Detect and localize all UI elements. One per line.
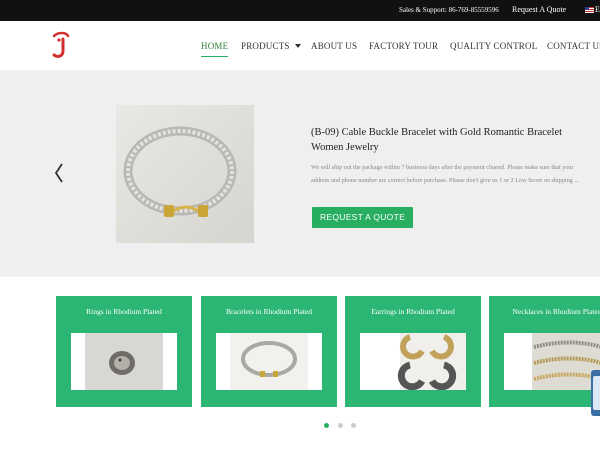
carousel-dot-3[interactable] — [351, 423, 356, 428]
category-card-rings[interactable]: Rings in Rhodium Plated — [56, 296, 192, 407]
language-selector[interactable]: E — [595, 5, 600, 14]
nav-factory-tour[interactable]: FACTORY TOUR — [369, 41, 438, 51]
nav-products-label: PRODUCTS — [241, 41, 290, 51]
floating-chat-widget[interactable] — [591, 370, 600, 416]
carousel-dot-1[interactable] — [324, 423, 329, 428]
nav-home[interactable]: HOME — [201, 41, 229, 57]
category-image-ring[interactable] — [71, 333, 177, 390]
category-card-necklaces[interactable]: Necklaces in Rhodium Plated — [489, 296, 600, 407]
category-card-bracelets[interactable]: Bracelets in Rhodium Plated — [201, 296, 337, 407]
us-flag-icon[interactable] — [585, 7, 594, 13]
product-image-bracelet[interactable] — [116, 105, 254, 243]
category-title: Necklaces in Rhodium Plated — [512, 307, 600, 316]
nav-quality-label: QUALITY CONTROL — [450, 41, 538, 51]
nav-factory-label: FACTORY TOUR — [369, 41, 439, 51]
nav-contact-us[interactable]: CONTACT US — [547, 41, 600, 51]
category-title: Bracelets in Rhodium Plated — [225, 307, 313, 316]
nav-about-us[interactable]: ABOUT US — [311, 41, 357, 51]
site-header: HOME PRODUCTS ABOUT US FACTORY TOUR QUAL… — [0, 21, 600, 70]
hero-product-title[interactable]: (B-09) Cable Buckle Bracelet with Gold R… — [311, 125, 586, 155]
sales-support-text: Sales & Support: 86-769-85559596 — [399, 6, 499, 14]
caret-down-icon — [294, 44, 301, 48]
category-image-earrings[interactable] — [360, 333, 466, 390]
request-quote-link[interactable]: Request A Quote — [512, 5, 566, 14]
category-title: Rings in Rhodium Plated — [86, 307, 162, 316]
hero-slider: (B-09) Cable Buckle Bracelet with Gold R… — [0, 70, 600, 277]
active-underline — [201, 55, 229, 57]
nav-products[interactable]: PRODUCTS — [241, 41, 301, 51]
request-quote-button[interactable]: REQUEST A QUOTE — [312, 207, 413, 228]
category-title: Earrings in Rhodium Plated — [371, 307, 455, 316]
nav-home-label: HOME — [201, 41, 229, 51]
category-card-earrings[interactable]: Earrings in Rhodium Plated — [345, 296, 481, 407]
chevron-left-icon[interactable] — [52, 162, 66, 184]
nav-quality-control[interactable]: QUALITY CONTROL — [450, 41, 537, 51]
hero-product-description: We will ship out the package within 7 bu… — [311, 164, 579, 184]
category-image-necklaces[interactable] — [504, 333, 600, 390]
nav-contact-label: CONTACT US — [547, 41, 600, 51]
top-bar: Sales & Support: 86-769-85559596 Request… — [0, 0, 600, 21]
nav-about-label: ABOUT US — [311, 41, 358, 51]
site-logo[interactable] — [50, 30, 72, 60]
carousel-dot-2[interactable] — [338, 423, 343, 428]
category-image-bracelet[interactable] — [216, 333, 322, 390]
